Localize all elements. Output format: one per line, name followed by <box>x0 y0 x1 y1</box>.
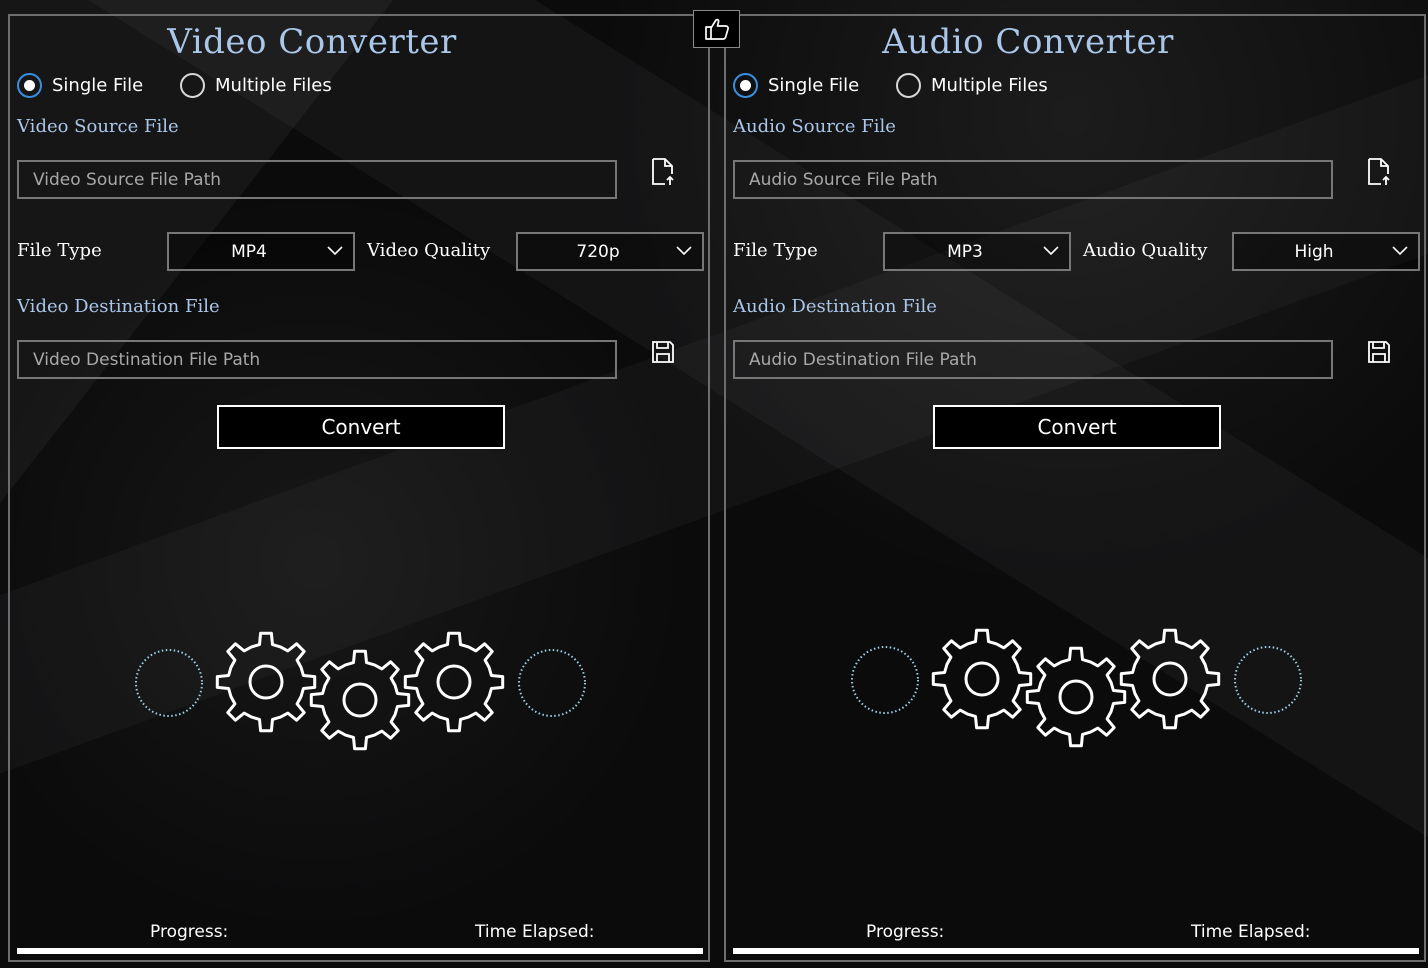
open-file-icon <box>1368 158 1390 185</box>
video-quality-label: Video Quality <box>367 240 491 261</box>
video-multiple-files-label: Multiple Files <box>215 74 332 96</box>
gear-outline <box>1119 628 1221 730</box>
radio-unselected-indicator <box>180 72 205 98</box>
audio-single-file-label: Single File <box>768 74 860 96</box>
audio-progress-bar <box>733 948 1419 954</box>
video-file-type-select[interactable]: MP4 <box>167 232 355 271</box>
video-destination-label: Video Destination File <box>17 296 220 317</box>
audio-destination-path-input[interactable] <box>733 340 1333 379</box>
video-time-elapsed-label: Time Elapsed: <box>475 922 595 942</box>
audio-single-file-radio[interactable]: Single File <box>733 72 859 98</box>
audio-progress-label: Progress: <box>866 922 945 942</box>
video-single-file-radio[interactable]: Single File <box>17 72 143 98</box>
video-quality-value: 720p <box>576 241 620 262</box>
audio-quality-select[interactable]: High <box>1232 232 1420 271</box>
gear-outline <box>309 649 411 751</box>
audio-converter-panel: Audio Converter Single File Multiple Fil… <box>724 14 1426 962</box>
audio-file-type-label: File Type <box>733 240 818 261</box>
video-converter-panel: Video Converter Single File Multiple Fil… <box>8 14 710 962</box>
chevron-down-icon <box>327 246 343 256</box>
audio-destination-label: Audio Destination File <box>733 296 937 317</box>
audio-multiple-files-radio[interactable]: Multiple Files <box>896 72 1048 98</box>
radio-selected-indicator <box>17 72 42 98</box>
video-browse-source-button[interactable] <box>648 156 678 188</box>
chevron-down-icon <box>1392 246 1408 256</box>
gears-icon <box>851 628 1302 748</box>
video-single-file-label: Single File <box>52 74 144 96</box>
video-file-type-label: File Type <box>17 240 102 261</box>
video-progress-bar <box>17 948 703 954</box>
gear-outline <box>403 631 505 733</box>
audio-save-destination-button[interactable] <box>1364 336 1394 368</box>
audio-quality-value: High <box>1294 241 1334 262</box>
audio-multiple-files-label: Multiple Files <box>931 74 1048 96</box>
video-panel-title: Video Converter <box>167 22 457 62</box>
video-convert-button[interactable]: Convert <box>217 405 505 449</box>
video-quality-select[interactable]: 720p <box>516 232 704 271</box>
chevron-down-icon <box>676 246 692 256</box>
video-file-type-value: MP4 <box>231 241 267 262</box>
audio-source-path-input[interactable] <box>733 160 1333 199</box>
save-icon <box>1368 341 1390 363</box>
audio-file-type-select[interactable]: MP3 <box>883 232 1071 271</box>
open-file-icon <box>652 158 674 185</box>
radio-unselected-indicator <box>896 72 921 98</box>
chevron-down-icon <box>1043 246 1059 256</box>
gear-hub <box>248 664 284 700</box>
video-source-path-input[interactable] <box>17 160 617 199</box>
audio-convert-button[interactable]: Convert <box>933 405 1221 449</box>
gear-hub <box>436 664 472 700</box>
gears-icon <box>135 631 586 751</box>
video-source-label: Video Source File <box>17 116 179 137</box>
gear-outline <box>215 631 317 733</box>
video-destination-path-input[interactable] <box>17 340 617 379</box>
audio-file-type-value: MP3 <box>947 241 983 262</box>
save-icon <box>652 341 674 363</box>
gear-hub <box>964 661 1000 697</box>
gear-outline <box>931 628 1033 730</box>
radio-selected-indicator <box>733 72 758 98</box>
gear-outline <box>1025 646 1127 748</box>
center-thumbs-up-button[interactable] <box>693 10 740 48</box>
audio-panel-title: Audio Converter <box>882 22 1174 62</box>
gear-hub <box>1058 679 1094 715</box>
gear-hub <box>342 682 378 718</box>
gear-hub <box>1152 661 1188 697</box>
video-progress-label: Progress: <box>150 922 229 942</box>
audio-time-elapsed-label: Time Elapsed: <box>1191 922 1311 942</box>
video-multiple-files-radio[interactable]: Multiple Files <box>180 72 332 98</box>
thumbs-up-icon <box>704 18 729 40</box>
audio-source-label: Audio Source File <box>733 116 896 137</box>
audio-browse-source-button[interactable] <box>1364 156 1394 188</box>
video-save-destination-button[interactable] <box>648 336 678 368</box>
audio-quality-label: Audio Quality <box>1083 240 1208 261</box>
